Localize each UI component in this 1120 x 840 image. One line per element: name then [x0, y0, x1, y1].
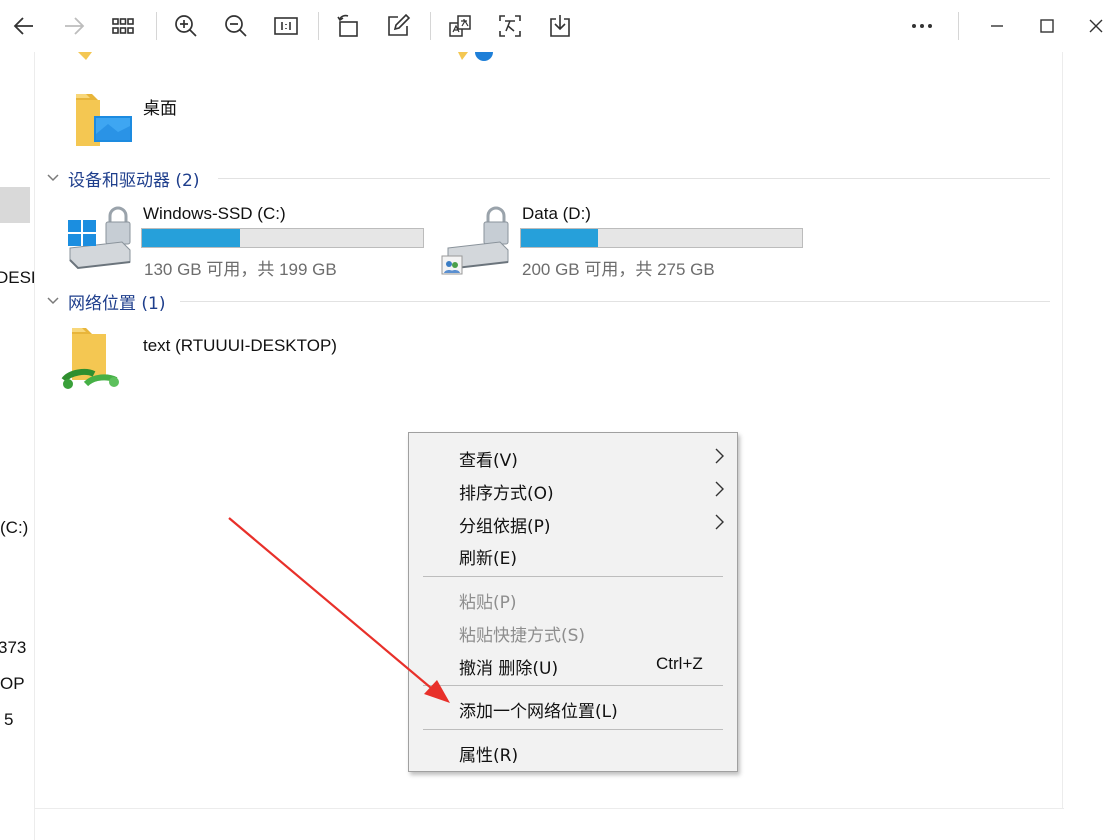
text-fragment: OP [0, 674, 25, 693]
edit-button[interactable] [378, 6, 418, 46]
chevron-right-icon [715, 481, 724, 497]
menu-item-label: 添加一个网络位置(L) [459, 702, 618, 722]
text-fragment: (C:) [0, 518, 29, 537]
drive-usage-bar [520, 228, 803, 248]
menu-item-properties[interactable]: 属性(R) [410, 735, 736, 767]
text-fragment: 373 [0, 638, 27, 657]
menu-item-label: 粘贴快捷方式(S) [459, 626, 586, 646]
menu-item-label: 排序方式(O) [459, 484, 554, 504]
group-header-devices[interactable]: 设备和驱动器 (2) [46, 166, 200, 191]
drive-usage-fill [142, 229, 240, 247]
drive-free-space: 130 GB 可用，共 199 GB [144, 260, 337, 279]
edit-icon [388, 13, 411, 36]
translate-icon [449, 15, 471, 37]
grid-view-button[interactable] [103, 6, 143, 46]
ocr-text-button[interactable] [490, 6, 530, 46]
back-arrow-icon [13, 17, 33, 35]
menu-item-paste[interactable]: 粘贴(P) [410, 582, 736, 614]
rotate-icon [337, 14, 358, 37]
desktop-folder-icon [76, 94, 132, 146]
locked-shared-drive-icon [441, 206, 509, 275]
viewer-toolbar [0, 0, 1120, 52]
chevron-right-icon [715, 514, 724, 530]
download-button[interactable] [540, 6, 580, 46]
forward-button[interactable] [54, 6, 94, 46]
chevron-right-icon [715, 448, 724, 464]
drive-d[interactable] [440, 204, 516, 276]
group-title: 网络位置 (1) [68, 293, 166, 314]
folder-icon [78, 52, 92, 60]
actual-size-button[interactable] [266, 6, 306, 46]
maximize-icon [1040, 19, 1054, 33]
menu-item-undo-delete[interactable]: 撤消 删除(U) Ctrl+Z [410, 648, 736, 680]
drive-name: Data (D:) [522, 204, 591, 223]
network-folder-icon [61, 328, 119, 389]
more-button[interactable] [902, 6, 942, 46]
folder-icon [458, 52, 493, 61]
menu-separator [423, 729, 723, 730]
menu-item-label: 刷新(E) [459, 549, 518, 569]
network-location-label: text (RTUUUI-DESKTOP) [143, 336, 337, 355]
ocr-text-icon [499, 15, 521, 37]
close-button[interactable] [1076, 6, 1116, 46]
grid-view-icon [112, 18, 134, 34]
rotate-button[interactable] [328, 6, 368, 46]
group-title: 设备和驱动器 (2) [68, 170, 200, 191]
desktop-folder[interactable] [70, 86, 136, 152]
desktop-folder-label: 桌面 [143, 99, 177, 118]
close-icon [1089, 19, 1103, 33]
translate-button[interactable] [440, 6, 480, 46]
toolbar-separator [430, 12, 431, 40]
menu-item-view[interactable]: 查看(V) [410, 440, 736, 472]
menu-separator [423, 576, 723, 577]
minimize-button[interactable] [977, 6, 1017, 46]
chevron-down-icon [47, 297, 59, 305]
menu-item-paste-shortcut[interactable]: 粘贴快捷方式(S) [410, 615, 736, 647]
context-menu: 查看(V) 排序方式(O) 分组依据(P) 刷新(E) 粘贴(P) 粘贴快捷方式… [408, 432, 738, 772]
drive-free-space: 200 GB 可用，共 275 GB [522, 260, 715, 279]
selected-row-fragment [0, 187, 30, 223]
drive-c[interactable] [66, 204, 136, 272]
text-fragment: 5 [4, 710, 14, 729]
download-icon [550, 15, 570, 37]
left-pane-fragment: DESK (C:) 373 OP 5 [0, 52, 35, 840]
menu-item-label: 属性(R) [459, 746, 519, 766]
drive-usage-fill [521, 229, 598, 247]
drive-usage-bar [141, 228, 424, 248]
menu-item-refresh[interactable]: 刷新(E) [410, 538, 736, 570]
menu-item-add-network-location[interactable]: 添加一个网络位置(L) [410, 691, 736, 723]
more-icon [912, 24, 932, 28]
menu-separator [423, 685, 723, 686]
toolbar-separator [958, 12, 959, 40]
chevron-down-icon [47, 174, 59, 182]
menu-item-sort[interactable]: 排序方式(O) [410, 473, 736, 505]
group-header-network[interactable]: 网络位置 (1) [46, 289, 166, 314]
maximize-button[interactable] [1027, 6, 1067, 46]
zoom-in-button[interactable] [166, 6, 206, 46]
actual-size-icon [274, 17, 298, 35]
menu-item-shortcut: Ctrl+Z [656, 654, 703, 673]
text-fragment: DESK [0, 268, 34, 287]
network-location-item[interactable] [60, 326, 122, 396]
group-divider [218, 178, 1050, 179]
minimize-icon [991, 25, 1003, 27]
drive-name: Windows-SSD (C:) [143, 204, 286, 223]
back-button[interactable] [4, 6, 44, 46]
frame-edge [34, 808, 1064, 809]
zoom-in-icon [175, 15, 197, 37]
locked-system-drive-icon [68, 206, 131, 270]
zoom-out-icon [225, 15, 247, 37]
forward-arrow-icon [65, 17, 85, 35]
menu-item-group-by[interactable]: 分组依据(P) [410, 506, 736, 538]
menu-item-label: 撤消 删除(U) [459, 659, 559, 679]
toolbar-separator [156, 12, 157, 40]
menu-item-label: 粘贴(P) [459, 593, 517, 613]
menu-item-label: 查看(V) [459, 451, 518, 471]
group-divider [180, 301, 1050, 302]
zoom-out-button[interactable] [216, 6, 256, 46]
frame-edge [1062, 52, 1063, 808]
menu-item-label: 分组依据(P) [459, 517, 551, 537]
toolbar-separator [318, 12, 319, 40]
